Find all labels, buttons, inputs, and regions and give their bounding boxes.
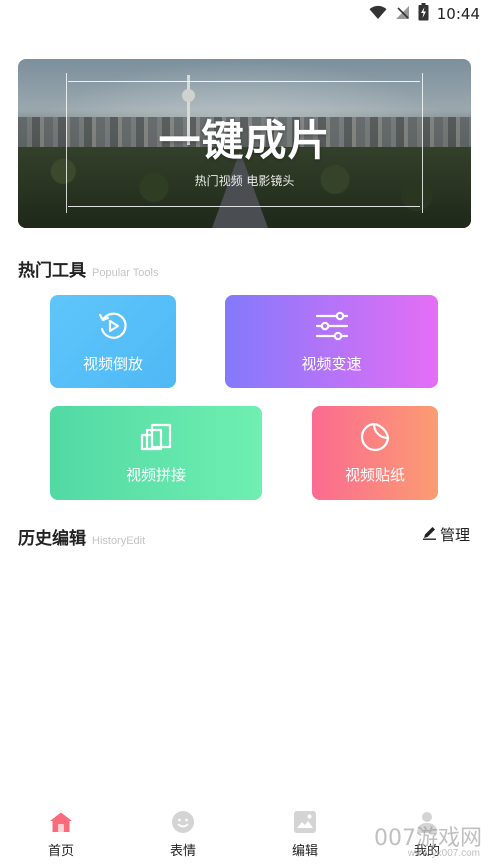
video-splice-button[interactable]: 视频拼接 [50,406,262,500]
sliders-icon [315,309,349,343]
status-time: 10:44 [436,5,480,23]
smiley-icon [171,810,195,834]
video-reverse-button[interactable]: 视频倒放 [50,295,176,388]
history-edit-header: 历史编辑 HistoryEdit [18,524,145,549]
banner-title: 一键成片 [158,116,331,165]
pencil-icon [422,525,437,544]
banner-subtitle: 热门视频 电影镜头 [194,174,295,188]
nav-edit[interactable]: 编辑 [244,800,366,867]
reverse-play-icon [97,309,129,343]
nav-emoji-label: 表情 [169,844,196,859]
image-edit-icon [293,810,317,834]
wifi-icon [369,5,387,24]
status-bar: 10:44 [0,0,488,28]
video-speed-button[interactable]: 视频变速 [225,295,438,388]
nav-emoji[interactable]: 表情 [122,800,244,867]
nav-edit-label: 编辑 [291,844,318,859]
history-edit-subtitle: HistoryEdit [92,535,146,547]
video-splice-label: 视频拼接 [125,466,186,484]
video-speed-label: 视频变速 [301,355,362,373]
watermark-url: www.yx007.com [407,848,480,859]
manage-label: 管理 [439,526,470,544]
battery-charging-icon [418,3,429,25]
history-edit-title: 历史编辑 [18,529,86,549]
video-sticker-label: 视频贴纸 [344,466,405,484]
video-reverse-label: 视频倒放 [82,355,143,373]
nav-home[interactable]: 首页 [0,800,122,867]
no-signal-icon [395,5,410,24]
nav-home-label: 首页 [47,844,74,859]
popular-tools-subtitle: Popular Tools [92,267,159,279]
stack-icon [140,420,172,454]
popular-tools-header: 热门工具 Popular Tools [18,256,158,281]
popular-tools-title: 热门工具 [18,261,86,281]
status-icons: 10:44 [369,3,480,25]
one-click-video-banner[interactable]: 一键成片 热门视频 电影镜头 [18,59,471,228]
manage-button[interactable]: 管理 [422,524,470,545]
home-icon [49,810,73,834]
sticker-icon [359,420,391,454]
video-sticker-button[interactable]: 视频贴纸 [312,406,438,500]
